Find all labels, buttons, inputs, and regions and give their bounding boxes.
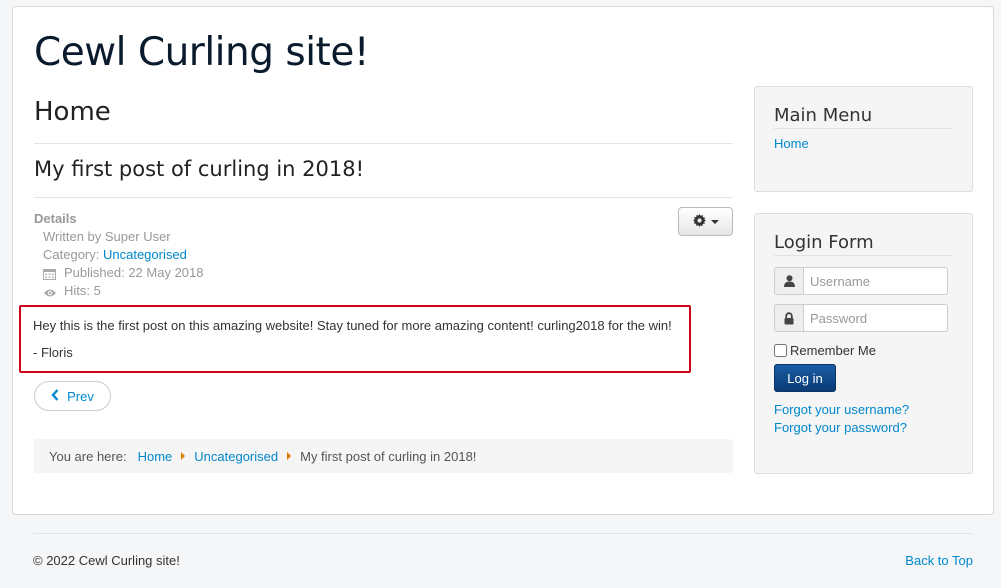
username-group (774, 267, 948, 295)
article-category: Category: Uncategorised (43, 246, 434, 264)
hits-text: Hits: 5 (64, 283, 101, 298)
breadcrumb-current: My first post of curling in 2018! (300, 448, 477, 464)
gear-icon (692, 213, 706, 230)
lock-icon (774, 304, 803, 332)
username-input[interactable] (803, 267, 948, 295)
remember-me[interactable]: Remember Me (774, 343, 876, 358)
site-title[interactable]: Cewl Curling site! (34, 25, 369, 81)
prev-button[interactable]: Prev (34, 381, 111, 411)
breadcrumb-label: You are here: (49, 448, 127, 464)
page-header: Home (34, 97, 111, 127)
article-author: Written by Super User (43, 228, 434, 246)
article-published: Published: 22 May 2018 (43, 264, 434, 282)
divider (34, 143, 733, 144)
divider (34, 197, 733, 198)
password-input[interactable] (803, 304, 948, 332)
article-hits: Hits: 5 (43, 282, 434, 300)
back-to-top-link[interactable]: Back to Top (905, 553, 973, 568)
author-text: Written by Super User (43, 229, 171, 244)
prev-label: Prev (67, 388, 94, 404)
forgot-password-link[interactable]: Forgot your password? (774, 420, 907, 435)
calendar-icon (43, 267, 57, 280)
breadcrumb-item-category[interactable]: Uncategorised (194, 449, 278, 464)
article-tools-button[interactable] (678, 207, 733, 236)
breadcrumb-separator-icon (181, 452, 186, 460)
remember-me-label: Remember Me (790, 343, 876, 358)
breadcrumb: You are here: Home Uncategorised My firs… (34, 439, 733, 473)
breadcrumb-separator-icon (287, 452, 292, 460)
user-icon (774, 267, 803, 295)
main-menu-item-home[interactable]: Home (774, 136, 953, 151)
body-signature: - Floris (33, 345, 73, 360)
main-container: Cewl Curling site! Home My first post of… (12, 6, 994, 515)
login-form-module: Login Form Remember Me Log in Forgot you… (754, 213, 973, 474)
main-menu-title: Main Menu (774, 104, 953, 129)
login-form-title: Login Form (774, 231, 953, 256)
password-group (774, 304, 948, 332)
footer-copyright: © 2022 Cewl Curling site! (33, 553, 180, 568)
forgot-username-link[interactable]: Forgot your username? (774, 402, 909, 417)
article-title: My first post of curling in 2018! (34, 157, 365, 181)
footer-divider (33, 533, 973, 534)
body-paragraph: Hey this is the first post on this amazi… (33, 318, 672, 333)
login-button[interactable]: Log in (774, 364, 836, 392)
main-menu-module: Main Menu Home (754, 86, 973, 192)
published-text: Published: 22 May 2018 (64, 265, 204, 280)
chevron-down-icon (710, 219, 719, 224)
remember-me-checkbox[interactable] (774, 344, 787, 357)
chevron-left-icon (51, 388, 59, 404)
details-label: Details (34, 211, 77, 226)
breadcrumb-item-home[interactable]: Home (138, 449, 173, 464)
category-label: Category: (43, 247, 103, 262)
article-body: Hey this is the first post on this amazi… (19, 305, 691, 373)
eye-icon (43, 285, 57, 297)
category-link[interactable]: Uncategorised (103, 246, 187, 264)
article-details: Details Written by Super User Category: … (34, 210, 434, 300)
